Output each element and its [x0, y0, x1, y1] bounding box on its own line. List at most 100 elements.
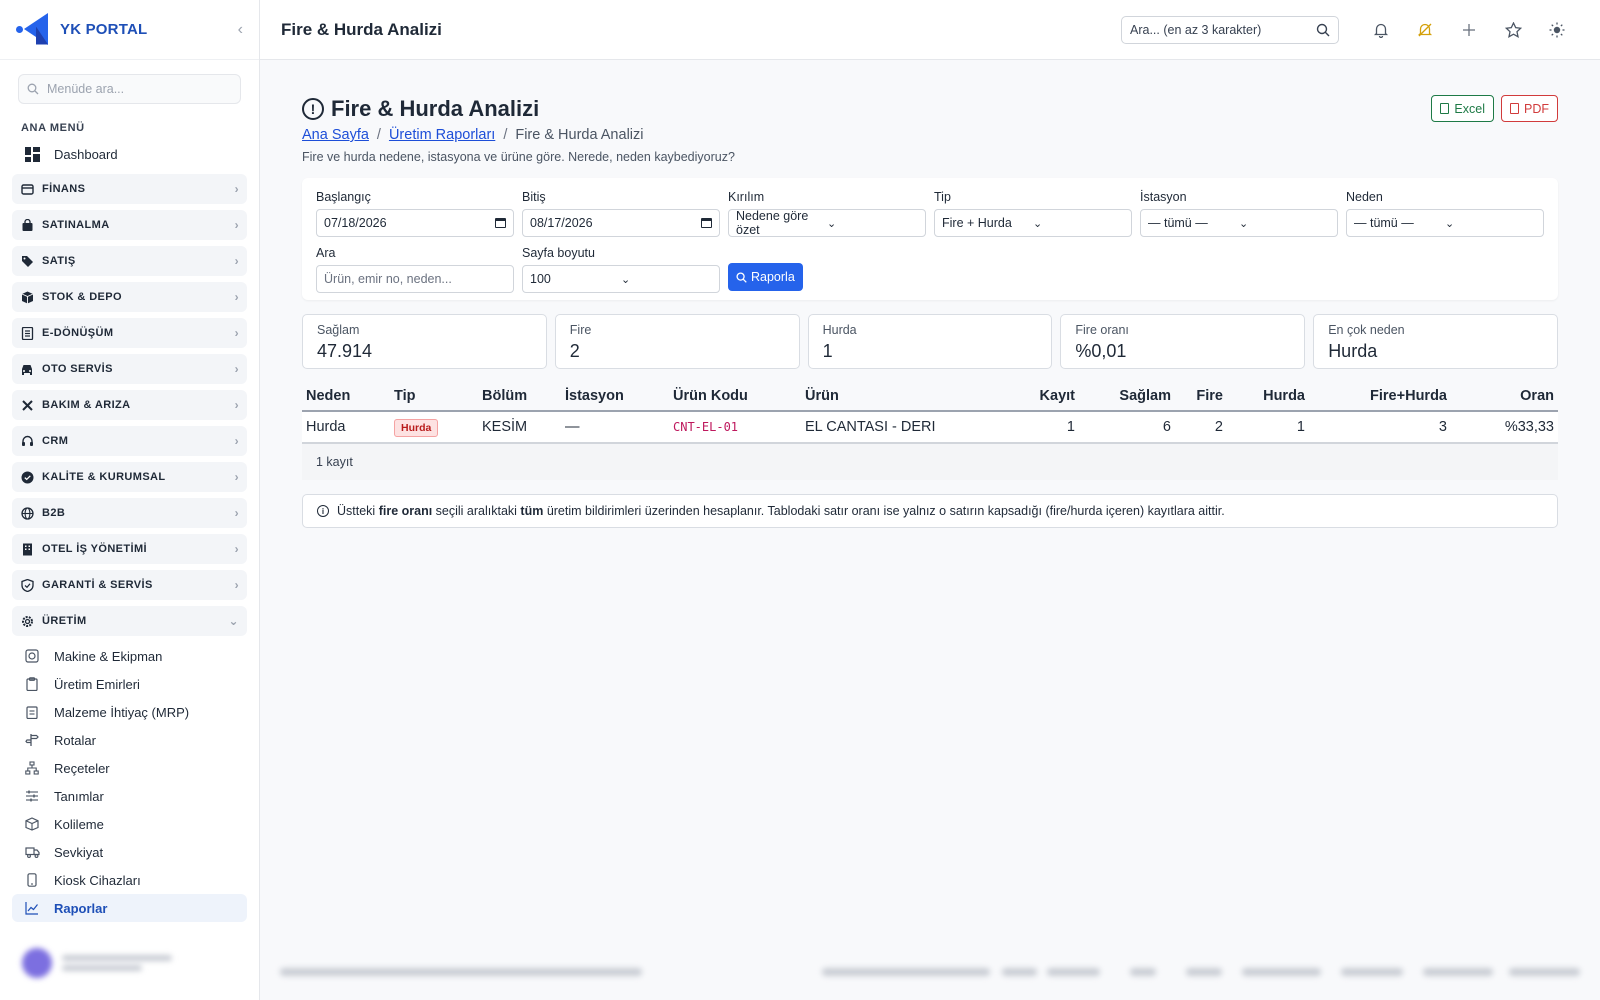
pagesize-select[interactable]: 100 ⌄ [522, 265, 720, 293]
kpi-value: 1 [822, 341, 833, 361]
column-header-tip[interactable]: Tip [390, 381, 478, 412]
sidebar-item-label: Kiosk Cihazları [54, 872, 141, 888]
breadcrumb-current: Fire & Hurda Analizi [515, 127, 644, 143]
breadcrumb-link-home[interactable]: Ana Sayfa [302, 127, 369, 143]
badge-check-icon [20, 470, 34, 484]
mute-notifications-button[interactable] [1403, 15, 1447, 45]
group-satis[interactable]: SATIŞ › [12, 246, 247, 276]
uretim-submenu: Makine & Ekipman Üretim Emirleri Malzeme… [0, 642, 259, 922]
sidebar-item-receteler[interactable]: Reçeteler [0, 754, 259, 782]
topbar: Fire & Hurda Analizi Ara... (en az 3 kar… [260, 0, 1600, 60]
table-row[interactable]: Hurda Hurda KESİM — CNT-EL-01 EL CANTASI… [302, 411, 1558, 444]
start-date-value: 07/18/2026 [324, 216, 387, 230]
group-oto-servis[interactable]: OTO SERVİS › [12, 354, 247, 384]
group-bakim-ariza[interactable]: BAKIM & ARIZA › [12, 390, 247, 420]
signpost-icon [24, 732, 40, 748]
sidebar-item-kolileme[interactable]: Kolileme [0, 810, 259, 838]
pagesize-value: 100 [530, 272, 551, 286]
sidebar-item-kiosk-cihazlari[interactable]: Kiosk Cihazları [0, 866, 259, 894]
type-select[interactable]: Fire + Hurda ⌄ [934, 209, 1132, 237]
favorite-button[interactable] [1491, 15, 1535, 45]
filter-pagesize: Sayfa boyutu 100 ⌄ [522, 244, 720, 293]
add-button[interactable] [1447, 15, 1491, 45]
filter-submit: Raporla [728, 244, 803, 293]
group-b2b[interactable]: B2B › [12, 498, 247, 528]
report-button[interactable]: Raporla [728, 263, 803, 291]
group-otel-is-yonetimi[interactable]: OTEL İŞ YÖNETİMİ › [12, 534, 247, 564]
user-info [62, 951, 172, 975]
menu-search-input[interactable]: Menüde ara... [18, 74, 241, 104]
kpi-value: 2 [569, 341, 580, 361]
cell-tip: Hurda [390, 411, 478, 444]
info-icon: i [317, 505, 329, 517]
column-header-saglam[interactable]: Sağlam [1079, 381, 1175, 412]
theme-toggle-button[interactable] [1535, 15, 1579, 45]
calendar-icon[interactable] [495, 218, 506, 228]
sidebar-item-makine-ekipman[interactable]: Makine & Ekipman [0, 642, 259, 670]
group-e-donusum[interactable]: E-DÖNÜŞÜM › [12, 318, 247, 348]
column-header-istasyon[interactable]: İstasyon [561, 381, 669, 412]
kpi-card-en-cok-neden: En çok neden Hurda [1313, 314, 1558, 369]
breakdown-select[interactable]: Nedene göre özet ⌄ [728, 209, 926, 237]
cell-istasyon: — [561, 411, 669, 444]
group-uretim[interactable]: ÜRETİM ⌄ [12, 606, 247, 636]
group-crm[interactable]: CRM › [12, 426, 247, 456]
sidebar-item-sevkiyat[interactable]: Sevkiyat [0, 838, 259, 866]
breadcrumb-separator: / [376, 127, 381, 143]
collapse-sidebar-chevron-left-icon[interactable]: ‹ [238, 21, 243, 39]
sidebar-item-mrp[interactable]: Malzeme İhtiyaç (MRP) [0, 698, 259, 726]
calendar-icon[interactable] [701, 218, 712, 228]
reason-select[interactable]: — tümü — ⌄ [1346, 209, 1544, 237]
global-search-placeholder: Ara... (en az 3 karakter) [1130, 22, 1262, 37]
column-header-urun-kodu[interactable]: Ürün Kodu [669, 381, 801, 412]
export-excel-button[interactable]: Excel [1431, 95, 1494, 122]
column-header-fire[interactable]: Fire [1175, 381, 1227, 412]
page-subtitle: Fire ve hurda nedene, istasyona ve ürüne… [302, 150, 735, 164]
avatar [22, 948, 52, 978]
sidebar-item-raporlar[interactable]: Raporlar [12, 894, 247, 922]
nav-item-dashboard[interactable]: Dashboard [0, 140, 259, 168]
group-label: ÜRETİM [42, 615, 87, 627]
end-date-label: Bitiş [522, 190, 546, 204]
global-search-input[interactable]: Ara... (en az 3 karakter) [1121, 15, 1339, 44]
user-profile[interactable] [12, 940, 248, 986]
filter-row-2: Ara Ürün, emir no, neden... Sayfa boyutu… [316, 244, 1544, 293]
breadcrumb-link-production-reports[interactable]: Üretim Raporları [389, 127, 495, 143]
column-header-hurda[interactable]: Hurda [1227, 381, 1309, 412]
column-header-kayit[interactable]: Kayıt [1011, 381, 1079, 412]
end-date-input[interactable]: 08/17/2026 [522, 209, 720, 237]
sidebar-item-uretim-emirleri[interactable]: Üretim Emirleri [0, 670, 259, 698]
column-header-neden[interactable]: Neden [302, 381, 390, 412]
truck-icon [24, 844, 40, 860]
export-pdf-button[interactable]: PDF [1501, 95, 1558, 122]
info-note: i Üstteki fire oranı seçili aralıktaki t… [302, 494, 1558, 528]
type-badge: Hurda [394, 419, 439, 437]
chevron-right-icon: › [234, 362, 239, 376]
kpi-cards: Sağlam 47.914 Fire 2 Hurda 1 Fire oranı %0,0… [302, 314, 1558, 369]
column-header-urun[interactable]: Ürün [801, 381, 1011, 412]
group-garanti-servis[interactable]: GARANTİ & SERVİS › [12, 570, 247, 600]
group-stok-depo[interactable]: STOK & DEPO › [12, 282, 247, 312]
filter-end: Bitiş 08/17/2026 [522, 188, 720, 237]
headset-icon [20, 434, 34, 448]
column-header-fire-hurda[interactable]: Fire+Hurda [1309, 381, 1451, 412]
info-text-bold: tüm [520, 504, 544, 518]
chevron-right-icon: › [234, 542, 239, 556]
tag-icon [20, 254, 34, 268]
column-header-bolum[interactable]: Bölüm [478, 381, 561, 412]
sidebar-item-rotalar[interactable]: Rotalar [0, 726, 259, 754]
exclamation-circle-icon: ! [302, 98, 324, 120]
start-date-input[interactable]: 07/18/2026 [316, 209, 514, 237]
kpi-value: 47.914 [317, 341, 373, 361]
column-header-oran[interactable]: Oran [1451, 381, 1558, 412]
group-satinalma[interactable]: SATINALMA › [12, 210, 247, 240]
type-value: Fire + Hurda [942, 216, 1012, 230]
info-text-bold: fire oranı [378, 504, 433, 518]
group-finans[interactable]: FİNANS › [12, 174, 247, 204]
notifications-button[interactable] [1359, 15, 1403, 45]
breakdown-label: Kırılım [728, 190, 765, 204]
station-select[interactable]: — tümü — ⌄ [1140, 209, 1338, 237]
filter-search-input[interactable]: Ürün, emir no, neden... [316, 265, 514, 293]
sidebar-item-tanimlar[interactable]: Tanımlar [0, 782, 259, 810]
group-kalite-kurumsal[interactable]: KALİTE & KURUMSAL › [12, 462, 247, 492]
